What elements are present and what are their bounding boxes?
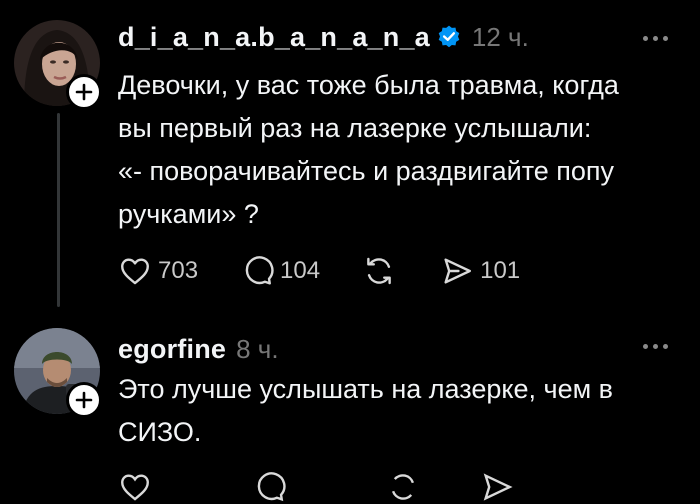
share-button[interactable]: 101 xyxy=(440,254,520,288)
follow-button[interactable] xyxy=(66,74,102,110)
repost-button[interactable] xyxy=(386,470,420,504)
comment-icon xyxy=(257,472,286,502)
heart-icon xyxy=(121,474,149,501)
post-text: Это лучше услышать на лазерке, чем в СИЗ… xyxy=(118,368,688,454)
send-icon xyxy=(483,473,513,501)
post-actions: 703 104 101 xyxy=(118,254,562,288)
post-text-line: Это лучше услышать на лазерке, чем в xyxy=(118,374,613,404)
repost-icon xyxy=(367,257,391,285)
like-button[interactable]: 703 xyxy=(118,254,198,288)
username[interactable]: d_i_a_n_a.b_a_n_a_n_a xyxy=(118,22,430,53)
post-text-line: СИЗО. xyxy=(118,417,202,447)
repost-button[interactable] xyxy=(362,254,402,288)
plus-icon xyxy=(75,83,93,101)
username[interactable]: egorfine xyxy=(118,334,226,365)
post-header: d_i_a_n_a.b_a_n_a_n_a 12 ч. xyxy=(118,14,529,60)
more-icon[interactable] xyxy=(643,344,668,349)
repost-icon xyxy=(391,474,415,500)
post-text-line: вы первый раз на лазерке услышали: xyxy=(118,113,592,143)
heart-icon xyxy=(121,258,149,285)
post: d_i_a_n_a.b_a_n_a_n_a 12 ч. Девочки, у в… xyxy=(0,0,700,320)
more-icon[interactable] xyxy=(643,36,668,41)
post-text-line: ручками» ? xyxy=(118,199,259,229)
post-header: egorfine 8 ч. xyxy=(118,326,279,372)
avatar-container xyxy=(14,20,102,110)
like-button[interactable] xyxy=(118,470,152,504)
post-actions xyxy=(118,470,556,504)
post-time: 8 ч. xyxy=(236,333,279,364)
comment-icon xyxy=(245,256,274,285)
verified-badge-icon xyxy=(438,25,460,48)
reply-button[interactable]: 104 xyxy=(240,254,320,288)
thread-line xyxy=(57,113,60,307)
follow-button[interactable] xyxy=(66,382,102,418)
reply-count: 104 xyxy=(280,257,321,284)
post-text-line: «- поворачивайтесь и раздвигайте попу xyxy=(118,156,615,186)
avatar-container xyxy=(14,328,102,418)
post-text: Девочки, у вас тоже была травма, когда в… xyxy=(118,64,688,236)
post-time: 12 ч. xyxy=(471,21,529,52)
plus-icon xyxy=(75,391,93,409)
reply-button[interactable] xyxy=(252,470,286,504)
post-text-line: Девочки, у вас тоже была травма, когда xyxy=(118,70,619,100)
like-count: 703 xyxy=(158,257,199,284)
send-icon xyxy=(444,258,472,284)
share-button[interactable] xyxy=(480,470,514,504)
share-count: 101 xyxy=(480,257,521,284)
post: egorfine 8 ч. Это лучше услышать на лазе… xyxy=(0,320,700,502)
